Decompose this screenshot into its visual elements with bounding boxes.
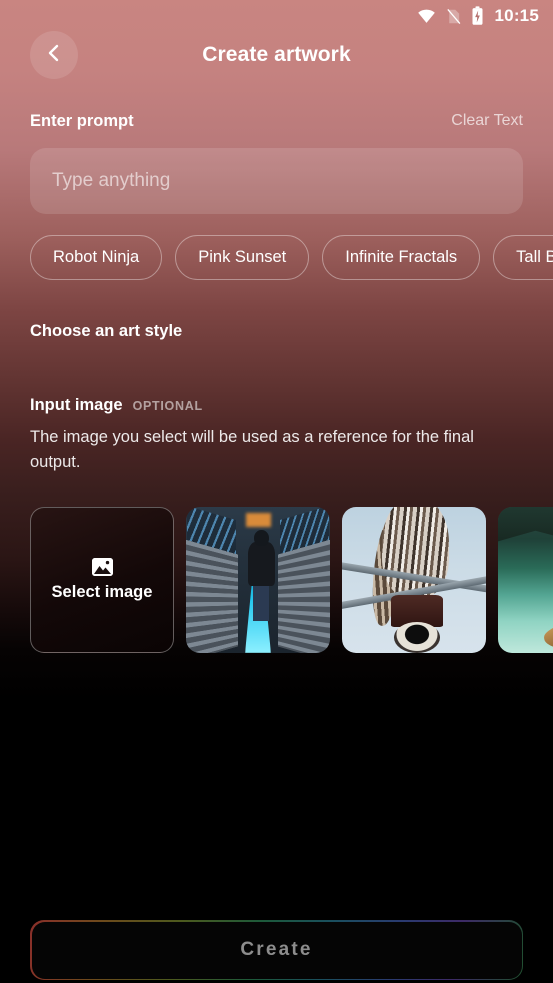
input-image-header: Input image OPTIONAL — [30, 396, 203, 415]
picture-icon — [91, 558, 113, 576]
input-image-description: The image you select will be used as a r… — [30, 428, 474, 471]
escalator-night-photo[interactable] — [186, 507, 330, 653]
suggestion-chip[interactable]: Robot Ninja — [30, 235, 163, 280]
input-image-label: Input image — [30, 396, 123, 414]
app-bar: Create artwork — [0, 30, 553, 80]
create-button-inner: Create — [31, 921, 522, 979]
create-button-label: Create — [240, 939, 313, 960]
suggestion-chip[interactable]: Infinite Fractals — [322, 235, 481, 280]
status-bar-clock: 10:15 — [494, 6, 539, 25]
chevron-left-icon — [43, 42, 65, 69]
art-style-label: Choose an art style — [30, 322, 183, 340]
image-picker-row[interactable]: Select image — [0, 506, 553, 654]
suggestion-chip[interactable]: Pink Sunset — [175, 235, 310, 280]
prompt-label: Enter prompt — [30, 111, 134, 130]
prompt-input[interactable] — [30, 148, 523, 214]
owl-on-wire-photo[interactable] — [342, 507, 486, 653]
no-sim-icon — [445, 7, 462, 26]
battery-charging-icon — [471, 6, 484, 26]
select-image-tile[interactable]: Select image — [30, 507, 174, 653]
optional-badge: OPTIONAL — [132, 399, 203, 413]
create-button[interactable]: Create — [30, 920, 523, 980]
page-title: Create artwork — [202, 43, 351, 66]
suggestion-chip[interactable]: Tall Bird — [493, 235, 553, 280]
clear-text-button[interactable]: Clear Text — [451, 112, 523, 130]
wifi-icon — [417, 7, 436, 26]
suggestion-chip-row[interactable]: Robot Ninja Pink Sunset Infinite Fractal… — [0, 234, 553, 281]
lake-boat-photo[interactable] — [498, 507, 553, 653]
create-artwork-screen: 10:15 Create artwork Enter prompt Clear … — [0, 0, 553, 983]
status-bar: 10:15 — [0, 0, 553, 32]
back-button[interactable] — [30, 31, 78, 79]
prompt-header: Enter prompt Clear Text — [30, 108, 523, 134]
select-image-label: Select image — [51, 583, 153, 601]
